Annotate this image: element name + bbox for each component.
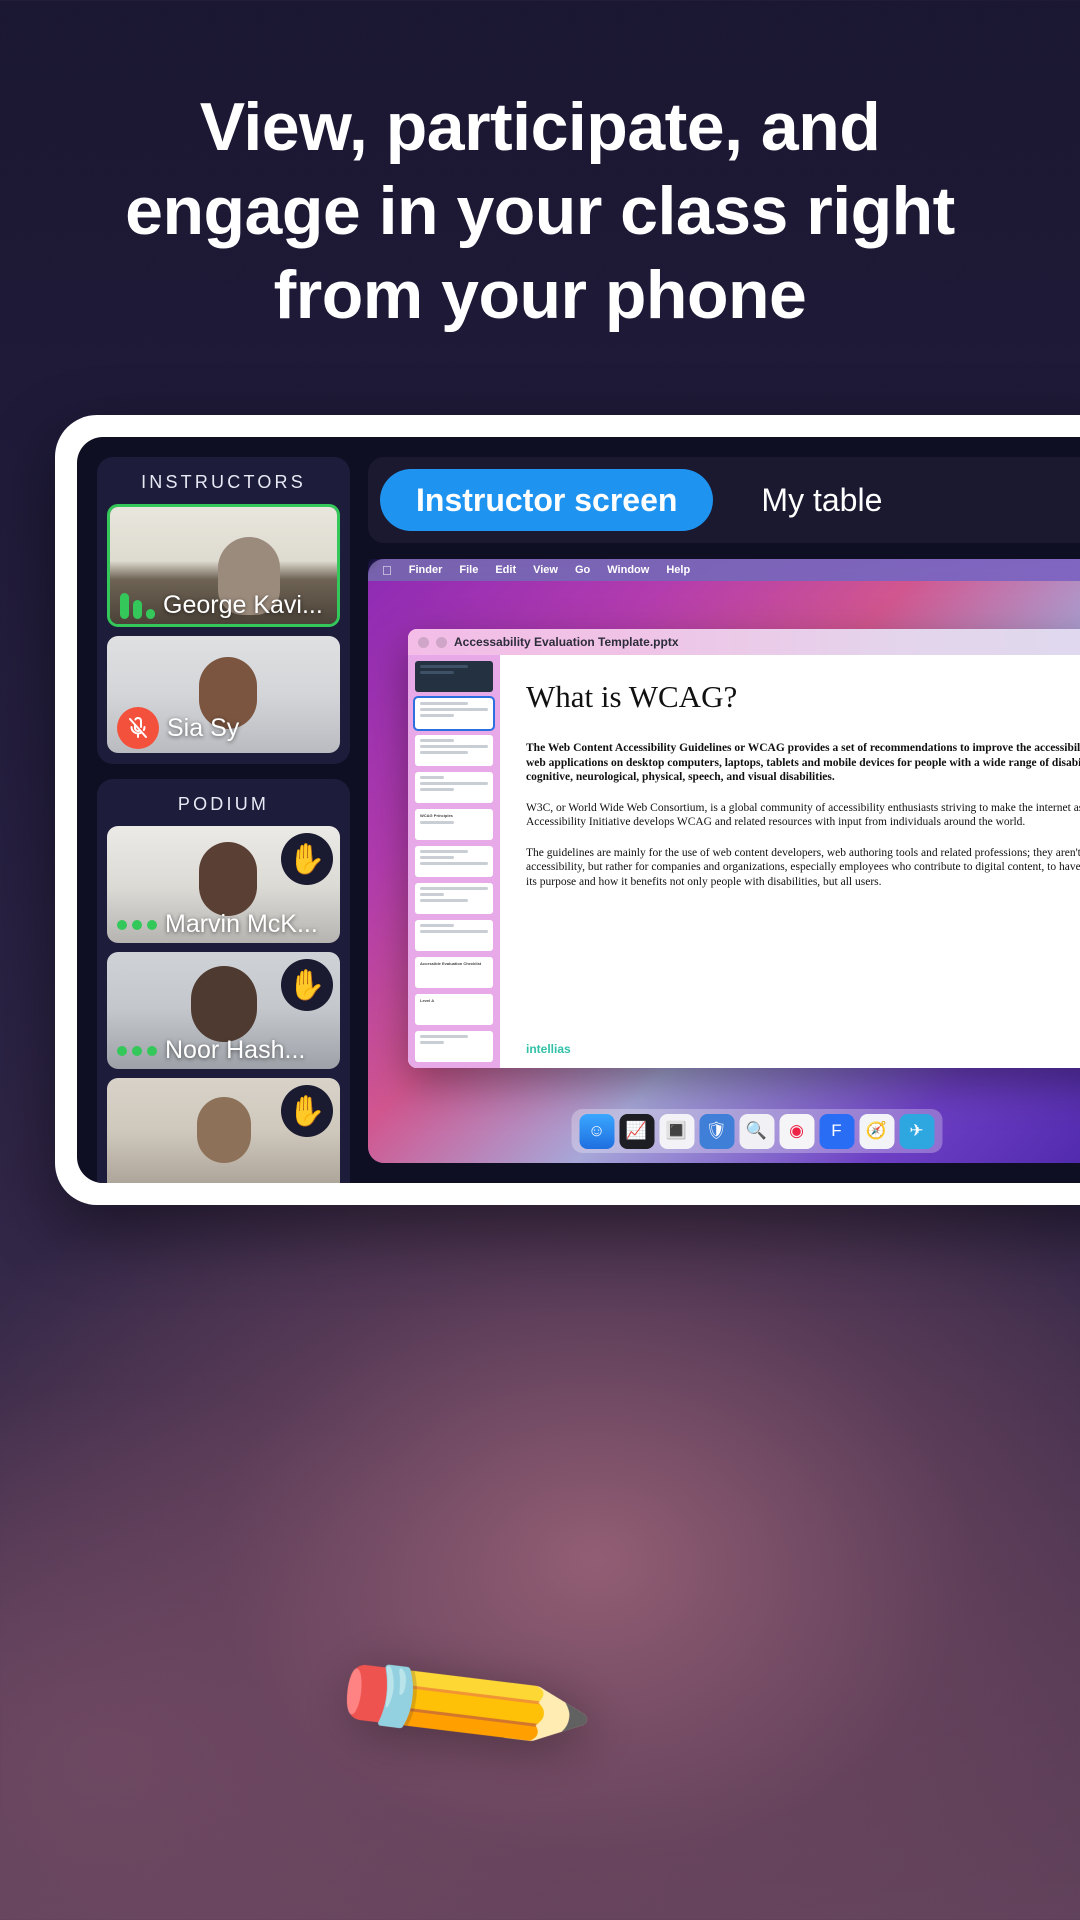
page-title: View, participate, and engage in your cl…	[0, 85, 1080, 337]
menubar-item-finder[interactable]: Finder	[409, 564, 443, 576]
participant-tile-marvin[interactable]: ✋ Marvin McK...	[107, 826, 340, 943]
activity-monitor-icon[interactable]: 📈	[619, 1113, 654, 1149]
window-title: Accessability Evaluation Template.pptx	[454, 635, 679, 649]
app-screen: INSTRUCTORS George Kavi... Sia Sy PODIUM…	[77, 437, 1080, 1183]
thumbnail-label: Accessible Evaluation Checklist	[420, 961, 482, 966]
participant-label-sia: Sia Sy	[117, 707, 334, 749]
raised-hand-icon[interactable]: ✋	[281, 833, 333, 885]
slide-thumbnail[interactable]: WCAG Principles	[415, 809, 493, 840]
mac-desktop: Accessability Evaluation Template.pptx W…	[368, 581, 1080, 1163]
search-icon[interactable]: 🔍	[739, 1113, 774, 1149]
connection-dots-icon	[117, 919, 157, 930]
menubar-item-go[interactable]: Go	[575, 564, 590, 576]
menubar-item-window[interactable]: Window	[607, 564, 649, 576]
main-stage: Instructor screen My table  Finder File…	[368, 457, 1080, 1163]
participant-tile-fourth[interactable]: ✋	[107, 1078, 340, 1183]
slide-paragraph-1: The Web Content Accessibility Guidelines…	[526, 742, 1080, 783]
headline-line-1: View, participate, and	[199, 89, 881, 165]
participant-label-noor: Noor Hash...	[117, 1036, 334, 1065]
participant-group-podium: PODIUM ✋ Marvin McK... ✋ Noor Hash... ✋	[97, 779, 350, 1183]
slide-thumbnail[interactable]	[415, 846, 493, 877]
participant-name-george: George Kavi...	[163, 591, 323, 619]
framer-icon[interactable]: F	[819, 1113, 854, 1149]
participant-label-george: George Kavi...	[120, 591, 331, 620]
raised-hand-icon[interactable]: ✋	[281, 959, 333, 1011]
close-icon[interactable]	[418, 636, 429, 648]
shared-screen-view[interactable]:  Finder File Edit View Go Window Help A…	[368, 559, 1080, 1163]
thumbnail-label: Level A	[420, 998, 435, 1003]
tab-instructor-screen[interactable]: Instructor screen	[380, 469, 714, 531]
slide-thumbnail[interactable]: Level A	[415, 994, 493, 1025]
thumbnail-label: WCAG Principles	[420, 813, 453, 818]
slide-thumbnail[interactable]	[415, 661, 493, 692]
slide-thumbnail[interactable]: Accessible Evaluation Checklist	[415, 957, 493, 988]
raised-hand-icon[interactable]: ✋	[281, 1085, 333, 1137]
finder-icon[interactable]: ☺	[579, 1113, 614, 1149]
participant-name-noor: Noor Hash...	[165, 1036, 306, 1064]
slide-thumbnail[interactable]	[415, 920, 493, 951]
headline-line-3: from your phone	[273, 257, 807, 333]
participant-name-marvin: Marvin McK...	[165, 910, 318, 938]
powerpoint-window[interactable]: Accessability Evaluation Template.pptx W…	[408, 629, 1080, 1068]
menubar-item-file[interactable]: File	[459, 564, 478, 576]
tablet-device-mockup: INSTRUCTORS George Kavi... Sia Sy PODIUM…	[55, 415, 1080, 1205]
mac-menubar:  Finder File Edit View Go Window Help	[368, 559, 1080, 581]
security-icon[interactable]: 🛡	[699, 1113, 734, 1149]
slide-thumbnail-rail[interactable]: WCAG Principles Accessible Evaluation Ch…	[408, 655, 500, 1068]
telegram-icon[interactable]: ✈	[899, 1113, 934, 1149]
slide-canvas[interactable]: What is WCAG? The Web Content Accessibil…	[500, 655, 1080, 1068]
stage-tabbar: Instructor screen My table	[368, 457, 1080, 543]
launchpad-icon[interactable]: 🔳	[659, 1113, 694, 1149]
safari-icon[interactable]: 🧭	[859, 1113, 894, 1149]
minimize-icon[interactable]	[436, 636, 447, 648]
participant-tile-sia[interactable]: Sia Sy	[107, 636, 340, 753]
connection-dots-icon	[117, 1045, 157, 1056]
slide-thumbnail[interactable]	[415, 735, 493, 766]
slide-thumbnail[interactable]	[413, 696, 495, 731]
slide-thumbnail[interactable]	[415, 772, 493, 803]
menubar-item-help[interactable]: Help	[666, 564, 690, 576]
group-title-podium: PODIUM	[177, 794, 270, 814]
slide-brand-logo: intellias	[526, 1042, 571, 1056]
pencil-emoji: ✏️	[319, 1565, 600, 1843]
menubar-item-edit[interactable]: Edit	[495, 564, 516, 576]
slide-paragraph-2: W3C, or World Wide Web Consortium, is a …	[526, 801, 1080, 829]
slide-thumbnail[interactable]	[415, 883, 493, 914]
mac-dock[interactable]: ☺ 📈 🔳 🛡 🔍 ◉ F 🧭 ✈	[571, 1109, 942, 1153]
participant-name-sia: Sia Sy	[167, 713, 240, 742]
window-body: WCAG Principles Accessible Evaluation Ch…	[408, 655, 1080, 1068]
window-titlebar: Accessability Evaluation Template.pptx	[408, 629, 1080, 655]
group-title-instructors: INSTRUCTORS	[141, 472, 306, 492]
participant-tile-george[interactable]: George Kavi...	[107, 504, 340, 627]
tab-my-table[interactable]: My table	[725, 469, 918, 531]
participants-sidebar[interactable]: INSTRUCTORS George Kavi... Sia Sy PODIUM…	[97, 457, 350, 1183]
slide-title: What is WCAG?	[526, 679, 738, 714]
slide-thumbnail[interactable]	[415, 1031, 493, 1062]
figma-icon[interactable]: ◉	[779, 1113, 814, 1149]
headline-line-2: engage in your class right	[125, 173, 955, 249]
participant-tile-noor[interactable]: ✋ Noor Hash...	[107, 952, 340, 1069]
apple-logo-icon: 	[382, 564, 392, 577]
audio-bars-icon	[120, 592, 155, 619]
participant-group-instructors: INSTRUCTORS George Kavi... Sia Sy	[97, 457, 350, 764]
slide-paragraph-3: The guidelines are mainly for the use of…	[526, 846, 1080, 888]
menubar-item-view[interactable]: View	[533, 564, 558, 576]
participant-label-marvin: Marvin McK...	[117, 910, 334, 939]
mic-off-icon[interactable]	[117, 707, 159, 749]
